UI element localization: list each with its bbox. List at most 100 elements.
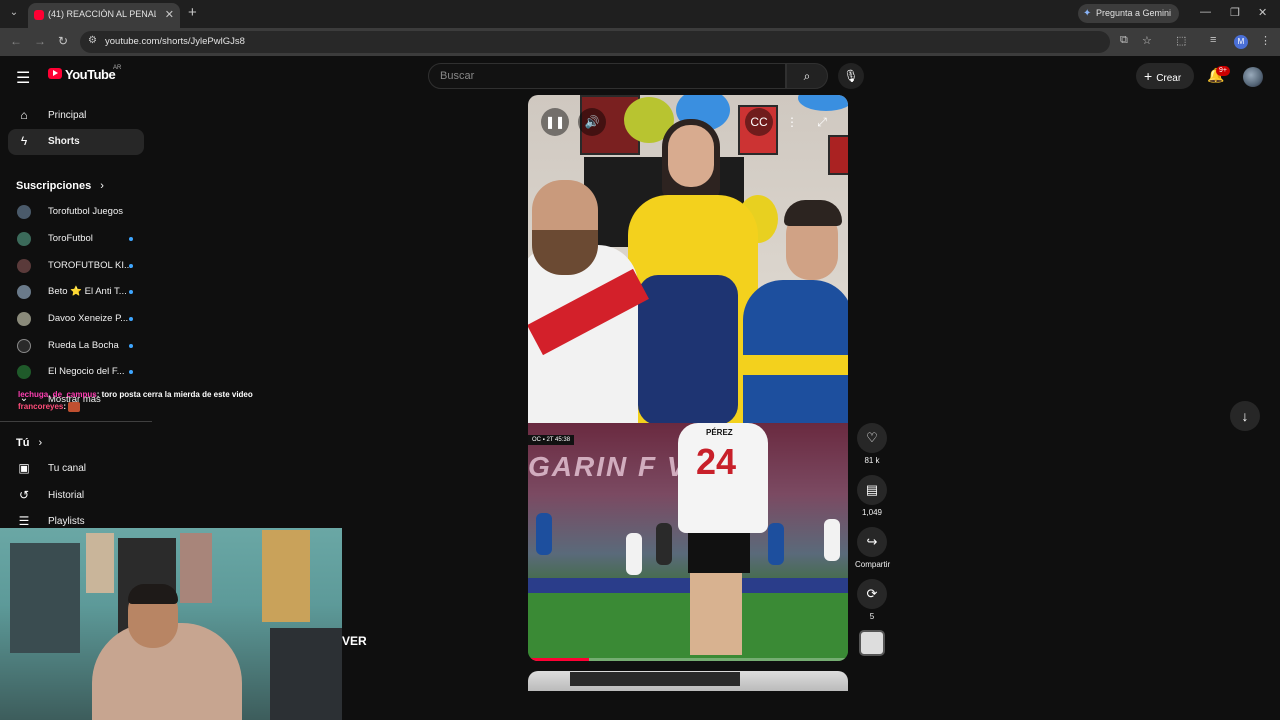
comment-icon[interactable]: ▤	[857, 475, 887, 505]
reload-icon[interactable]: ↻	[58, 34, 68, 48]
subscription-item[interactable]: El Negocio del F...	[8, 360, 144, 384]
search-input[interactable]: Buscar	[428, 63, 786, 89]
sound-thumbnail[interactable]	[859, 630, 885, 656]
like-icon[interactable]: ♡	[857, 423, 887, 453]
tab-title: (41) REACCIÓN AL PENAL D	[48, 9, 156, 19]
voice-search-icon[interactable]: 🎙	[838, 63, 864, 89]
browser-tab-active[interactable]: (41) REACCIÓN AL PENAL D ✕	[28, 3, 180, 28]
player-figure	[768, 523, 784, 565]
minimize-icon[interactable]: —	[1200, 6, 1211, 18]
new-tab-button[interactable]: +	[188, 4, 197, 21]
browser-profile-avatar[interactable]: M	[1234, 35, 1248, 49]
jersey-number: 24	[696, 441, 737, 482]
browser-tab-bar: ⌄ (41) REACCIÓN AL PENAL D ✕ + ✦ Pregunt…	[0, 0, 1280, 28]
sidebar-item-historial[interactable]: ↺ Historial	[8, 483, 144, 509]
chat-text: :	[63, 402, 67, 411]
gemini-label: Pregunta a Gemini	[1096, 8, 1172, 18]
chevron-right-icon: ›	[38, 437, 43, 449]
youtube-favicon-icon	[34, 10, 44, 20]
channel-avatar	[17, 285, 31, 299]
new-content-dot	[129, 344, 133, 348]
search-button[interactable]: ⌕	[786, 63, 828, 89]
shorts-player[interactable]: GARIN F VILLA 24 PÉREZ OC ▪ 2T 45:38 ❚❚ …	[528, 95, 848, 661]
chat-text: : toro posta cerra la mierda de este vid…	[96, 390, 253, 399]
jersey-band	[743, 355, 848, 375]
remix-count: 5	[869, 612, 875, 621]
channel-avatar	[17, 339, 31, 353]
match-scoreboard: OC ▪ 2T 45:38	[528, 435, 575, 445]
channel-avatar	[17, 312, 31, 326]
sidebar: ⌂ Principal ϟ Shorts Suscripciones › Tor…	[0, 96, 160, 528]
fullscreen-icon[interactable]: ⤢	[808, 108, 836, 136]
restore-icon[interactable]: ❐	[1230, 6, 1240, 19]
new-content-dot	[129, 317, 133, 321]
forward-icon[interactable]: →	[34, 34, 46, 48]
create-button[interactable]: + Crear	[1136, 63, 1194, 89]
site-info-icon[interactable]: ⚙	[88, 35, 97, 46]
volume-icon[interactable]: 🔊	[578, 108, 606, 136]
subscription-item[interactable]: Davoo Xeneize P...	[8, 307, 144, 331]
channel-avatar	[17, 365, 31, 379]
progress-fill[interactable]	[528, 658, 589, 661]
back-icon[interactable]: ←	[10, 34, 22, 48]
captions-icon[interactable]: CC	[745, 108, 773, 136]
gemini-button[interactable]: ✦ Pregunta a Gemini	[1078, 4, 1180, 23]
search-placeholder: Buscar	[440, 70, 475, 82]
extensions-icon[interactable]: ⬚	[1176, 34, 1186, 47]
share-action[interactable]: ↪ Compartir	[855, 527, 890, 569]
sidebar-item-label: Principal	[48, 110, 87, 121]
webcam-poster	[262, 530, 310, 622]
stream-chat-overlay: lechuga_de_campus: toro posta cerra la m…	[18, 389, 318, 413]
subscription-item[interactable]: Torofutbol Juegos	[8, 200, 144, 224]
subscription-label: TOROFUTBOL KI...	[48, 260, 132, 271]
youtube-logo-text[interactable]: YouTube	[65, 67, 116, 82]
notification-badge: 9+	[1216, 66, 1230, 76]
you-heading[interactable]: Tú ›	[16, 437, 42, 449]
subscription-item[interactable]: TOROFUTBOL KI...	[8, 254, 144, 278]
window-close-icon[interactable]: ✕	[1258, 6, 1267, 19]
url-text[interactable]: youtube.com/shorts/JylePwlGJs8	[105, 36, 245, 47]
install-app-icon[interactable]: ⧉	[1120, 34, 1128, 47]
browser-toolbar: ← → ↻ ⚙ youtube.com/shorts/JylePwlGJs8 ⧉…	[0, 28, 1280, 56]
channel-avatar	[17, 259, 31, 273]
like-action[interactable]: ♡ 81 k	[855, 423, 889, 465]
remix-icon[interactable]: ⟳	[857, 579, 887, 609]
country-code: AR	[113, 65, 122, 71]
subscriptions-heading[interactable]: Suscripciones ›	[16, 180, 104, 192]
media-controls-icon[interactable]: ≡	[1210, 34, 1216, 46]
sidebar-item-shorts[interactable]: ϟ Shorts	[8, 129, 144, 155]
subscription-item[interactable]: ToroFutbol	[8, 227, 144, 251]
bookmark-star-icon[interactable]: ☆	[1142, 34, 1152, 47]
guide-menu-icon[interactable]: ☰	[16, 68, 30, 88]
pitch	[528, 593, 848, 661]
create-label: Crear	[1156, 73, 1182, 84]
share-icon[interactable]: ↪	[857, 527, 887, 557]
comment-count: 1,049	[861, 508, 883, 517]
tab-close-icon[interactable]: ✕	[165, 8, 174, 21]
subscription-item[interactable]: Beto ⭐ El Anti T...	[8, 280, 144, 304]
browser-menu-icon[interactable]: ⋮	[1260, 34, 1271, 47]
comment-action[interactable]: ▤ 1,049	[855, 475, 889, 517]
sidebar-item-principal[interactable]: ⌂ Principal	[8, 103, 144, 129]
player-figure	[626, 533, 642, 575]
plus-icon: +	[1144, 68, 1153, 84]
remix-action[interactable]: ⟳ 5	[855, 579, 889, 621]
account-avatar[interactable]	[1243, 67, 1263, 87]
home-icon: ⌂	[20, 108, 28, 122]
youtube-logo-icon[interactable]	[48, 68, 62, 79]
more-options-icon[interactable]: ⋮	[778, 108, 806, 136]
subscription-label: El Negocio del F...	[48, 366, 125, 377]
address-bar[interactable]: ⚙ youtube.com/shorts/JylePwlGJs8	[80, 31, 1110, 53]
player-figure	[536, 513, 552, 555]
sidebar-item-tu-canal[interactable]: ▣ Tu canal	[8, 456, 144, 482]
new-content-dot	[129, 264, 133, 268]
playlists-icon: ☰	[18, 514, 30, 528]
webcam-shelf	[10, 543, 80, 653]
sidebar-item-label: Tu canal	[48, 463, 86, 474]
tab-search-icon[interactable]: ⌄	[6, 5, 22, 21]
next-short-arrow-icon[interactable]: ↓	[1230, 401, 1260, 431]
player-figure	[656, 523, 672, 565]
video-reaction-scene	[528, 95, 848, 435]
pause-icon[interactable]: ❚❚	[541, 108, 569, 136]
subscription-item[interactable]: Rueda La Bocha	[8, 334, 144, 358]
